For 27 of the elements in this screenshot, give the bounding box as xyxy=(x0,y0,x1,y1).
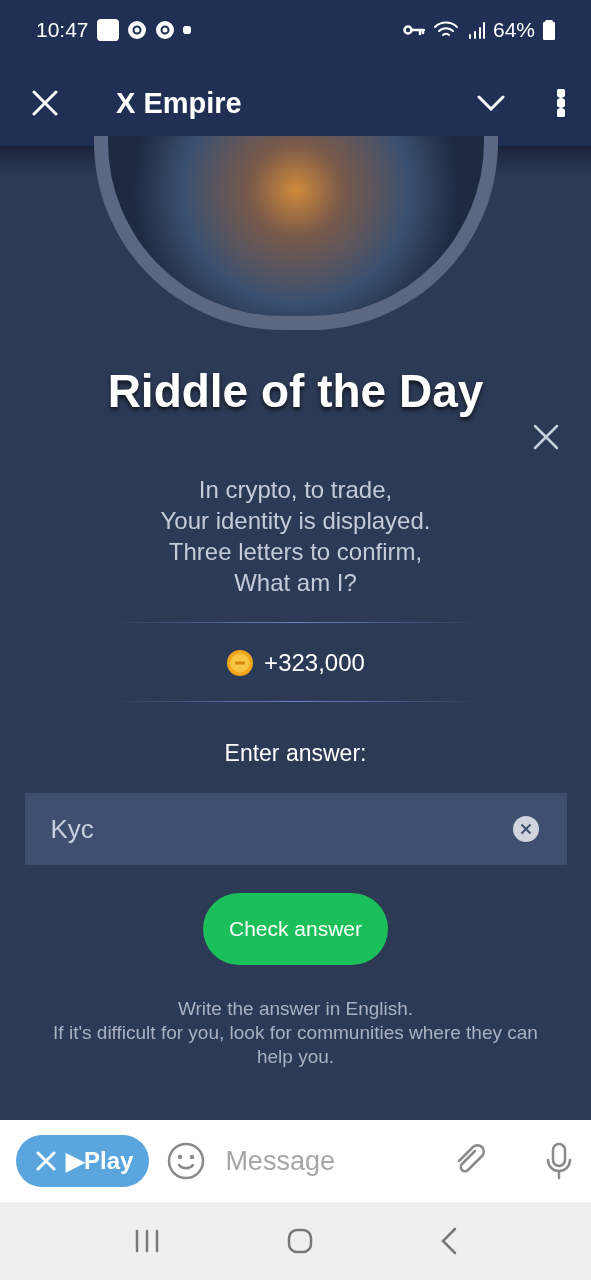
hint-text: Write the answer in English. If it's difficult for you, look for communities where they can help you. xyxy=(52,997,539,1069)
browser-icon xyxy=(126,20,147,40)
back-icon[interactable] xyxy=(441,1227,458,1255)
reward-amount: +323,000 xyxy=(264,649,365,677)
coin-icon xyxy=(226,649,255,677)
battery-percentage: 64% xyxy=(492,18,535,42)
battery-icon xyxy=(543,20,555,40)
app-title: X Empire xyxy=(116,86,243,120)
answer-label: Enter answer: xyxy=(224,740,367,767)
smiley-icon[interactable] xyxy=(167,1142,206,1180)
microphone-icon[interactable] xyxy=(545,1142,573,1180)
close-icon[interactable] xyxy=(533,424,559,450)
recent-apps-icon[interactable] xyxy=(133,1229,160,1253)
more-icon[interactable] xyxy=(557,89,565,117)
key-icon xyxy=(402,23,425,37)
chevron-down-icon[interactable] xyxy=(477,95,505,111)
browser-icon xyxy=(154,20,175,40)
riddle-title: Riddle of the Day xyxy=(107,364,484,418)
riddle-text: In crypto, to trade, Your identity is displayed. Three letters to confirm, What am I? xyxy=(160,475,431,598)
home-icon[interactable] xyxy=(287,1228,314,1254)
clear-icon[interactable] xyxy=(512,816,539,842)
answer-field[interactable]: Kyc xyxy=(24,793,567,865)
close-icon xyxy=(36,1151,56,1171)
clock-time: 10:47 xyxy=(36,18,89,42)
signal-icon xyxy=(466,21,485,39)
check-answer-button[interactable]: Check answer xyxy=(202,893,389,965)
play-button[interactable]: ▶Play xyxy=(16,1135,150,1187)
